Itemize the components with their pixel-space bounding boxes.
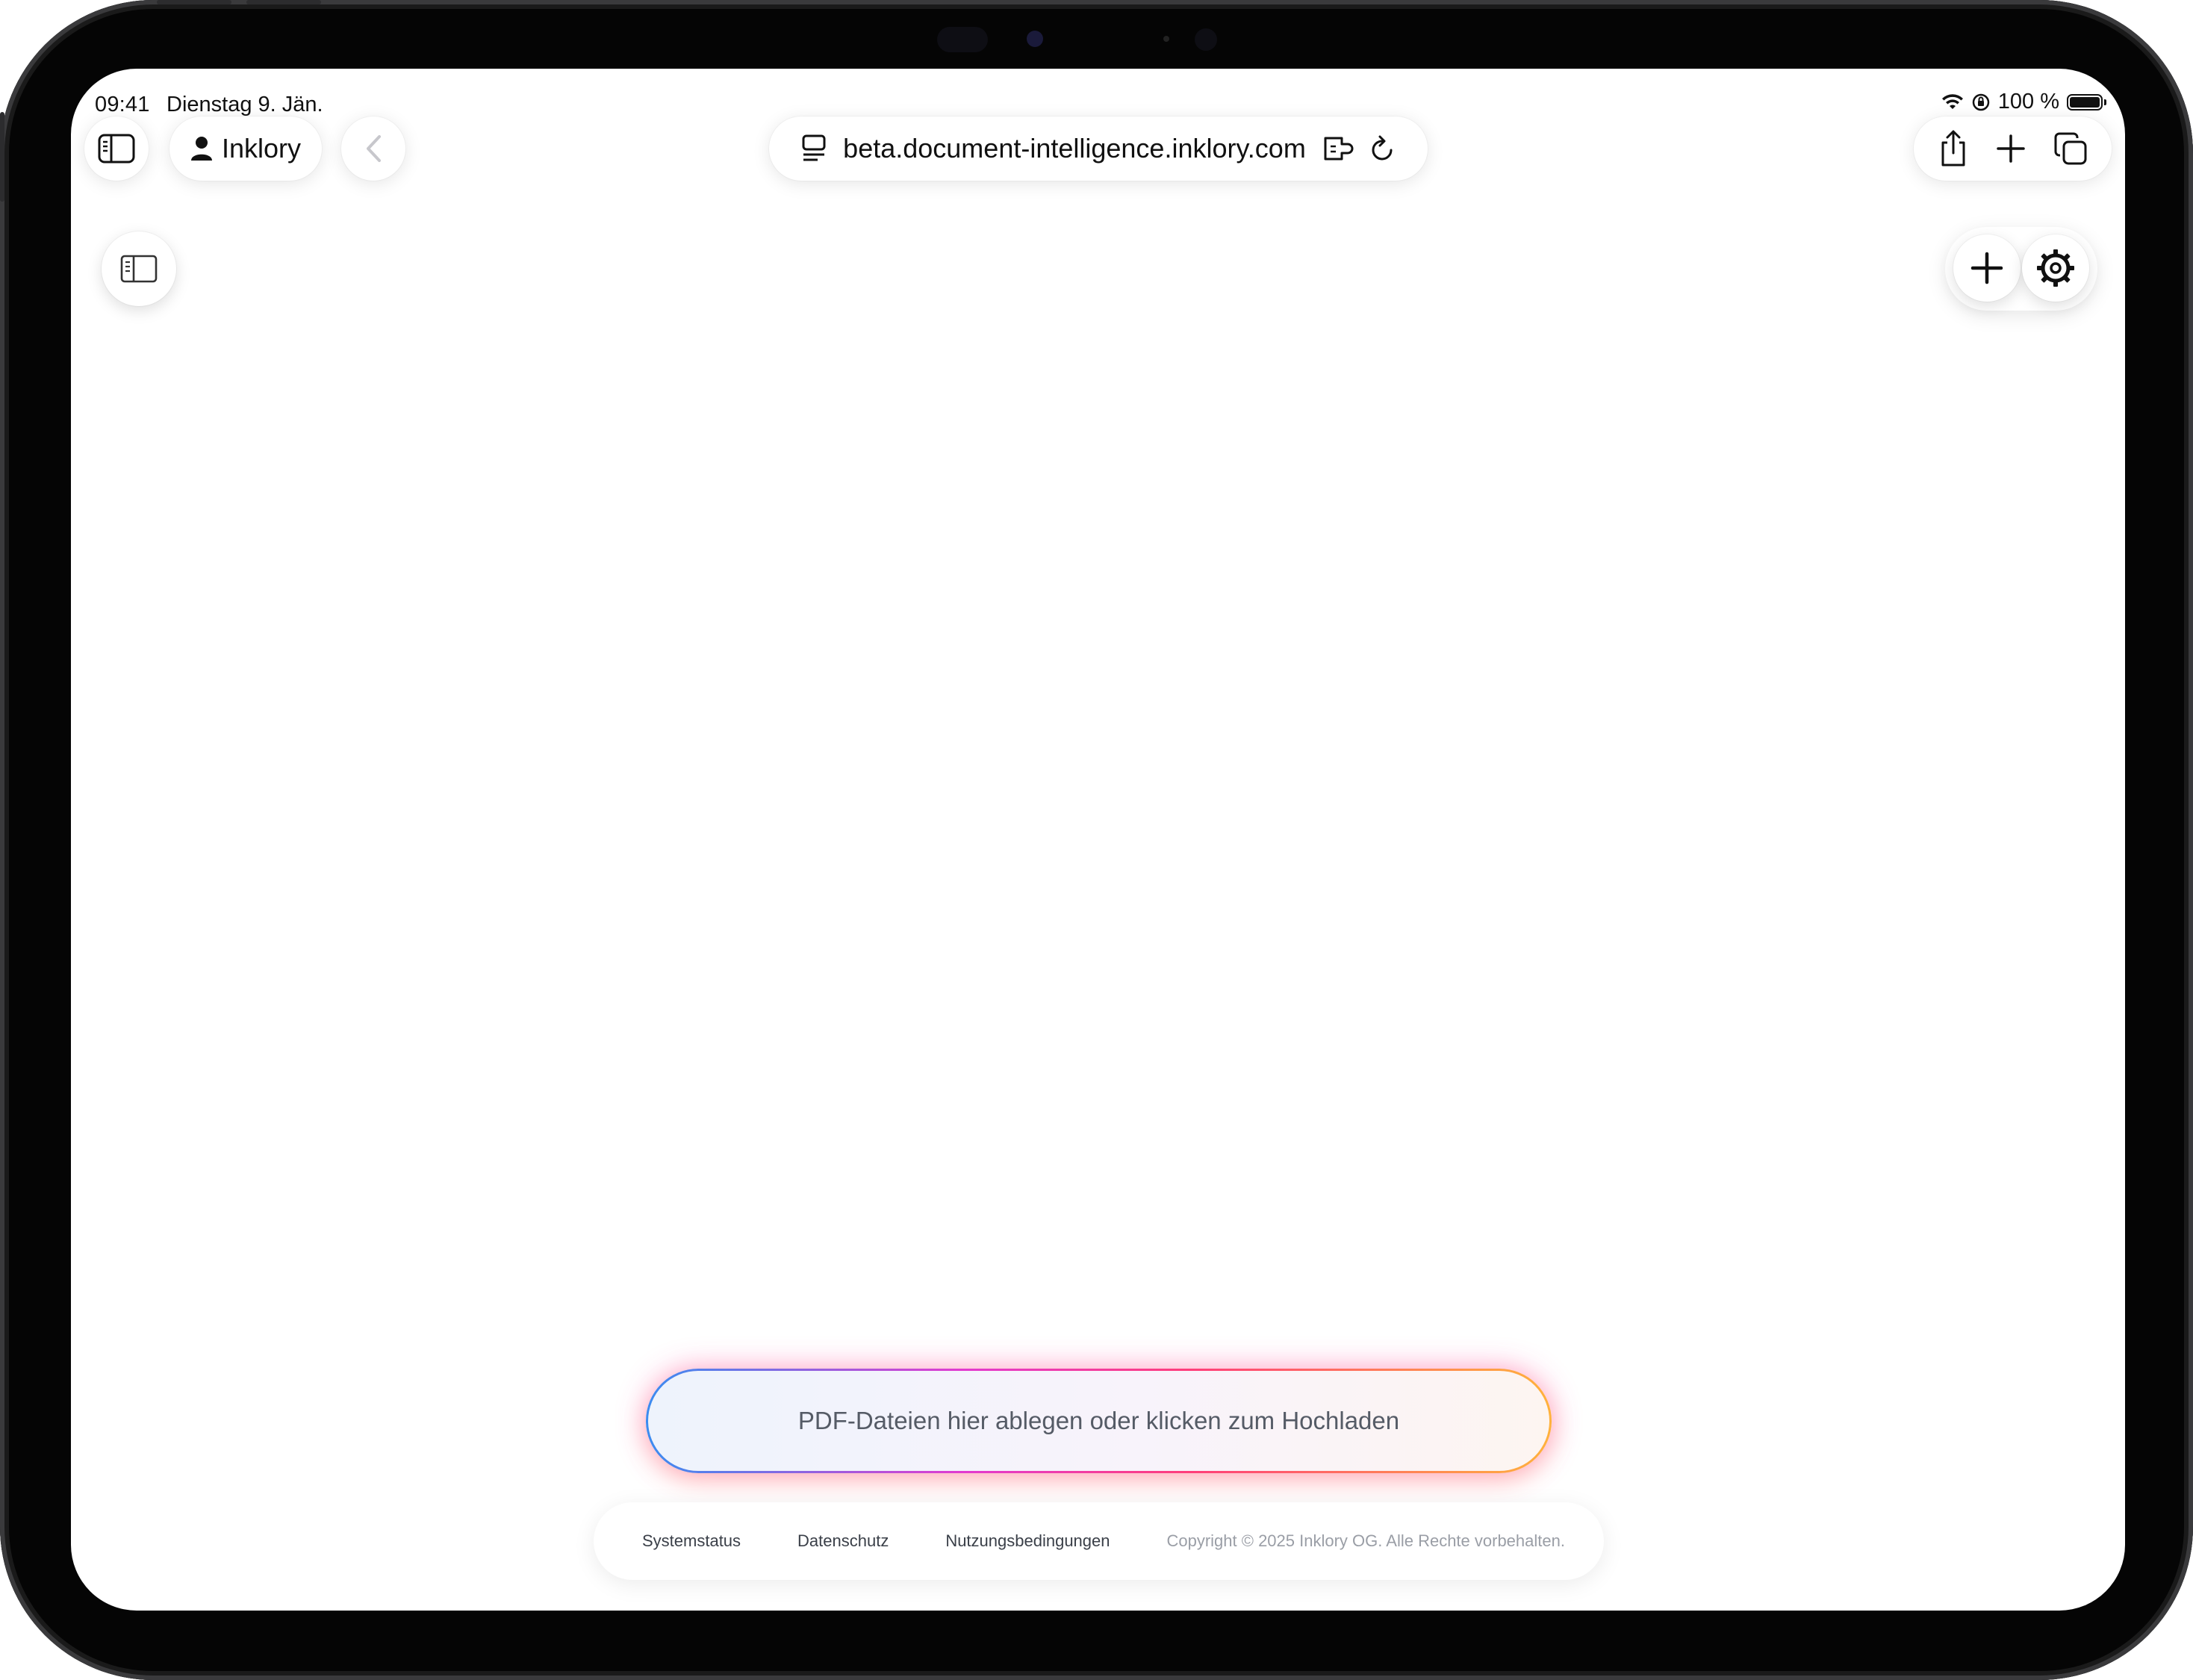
- reload-icon[interactable]: [1370, 134, 1396, 164]
- url-text[interactable]: beta.document-intelligence.inklory.com: [843, 133, 1306, 164]
- sidebar-toggle-icon: [120, 255, 158, 283]
- sensor-dot: [1163, 36, 1169, 42]
- profile-button[interactable]: Inklory: [169, 116, 322, 181]
- share-icon[interactable]: [1938, 129, 1968, 168]
- settings-gear-icon: [2035, 248, 2076, 288]
- footer-link-nutzungsbedingungen[interactable]: Nutzungsbedingungen: [945, 1531, 1110, 1551]
- new-chat-plus-icon: [1970, 252, 2003, 284]
- new-chat-button[interactable]: [1953, 234, 2021, 302]
- battery-percent: 100 %: [1997, 90, 2059, 113]
- footer: Systemstatus Datenschutz Nutzungsbedingu…: [594, 1502, 1604, 1580]
- volume-button: [246, 0, 321, 4]
- status-right: 100 %: [1941, 90, 2106, 114]
- pdf-upload-dropzone[interactable]: PDF-Dateien hier ablegen oder klicken zu…: [646, 1369, 1552, 1473]
- status-date: Dienstag 9. Jän.: [167, 93, 323, 116]
- status-time: 09:41: [95, 93, 150, 116]
- top-button: [0, 112, 4, 202]
- plus-icon[interactable]: [1996, 134, 2026, 164]
- volume-button: [157, 0, 231, 4]
- sensor: [1195, 28, 1217, 51]
- footer-copyright: Copyright © 2025 Inklory OG. Alle Rechte…: [1166, 1531, 1565, 1550]
- camera-area: [926, 21, 1239, 57]
- toolbar-actions: [1914, 116, 2112, 181]
- person-icon: [190, 136, 213, 161]
- sensor: [937, 27, 988, 52]
- status-bar: 09:41 Dienstag 9. Jän. 100 %: [71, 82, 2125, 116]
- tabs-icon[interactable]: [2053, 131, 2088, 166]
- extension-icon[interactable]: [1322, 134, 1354, 164]
- back-chevron-icon: [364, 134, 382, 164]
- settings-button[interactable]: [2022, 234, 2089, 302]
- sidebar-button[interactable]: [84, 116, 149, 181]
- address-bar[interactable]: beta.document-intelligence.inklory.com: [769, 116, 1428, 181]
- upload-prompt: PDF-Dateien hier ablegen oder klicken zu…: [797, 1407, 1400, 1434]
- footer-link-datenschutz[interactable]: Datenschutz: [797, 1531, 889, 1551]
- sidebar-toggle-button[interactable]: [102, 231, 176, 306]
- sidebar-icon: [98, 134, 135, 164]
- camera-lens: [1027, 31, 1043, 47]
- profile-label: Inklory: [221, 133, 302, 164]
- orientation-lock-icon: [1971, 93, 1991, 112]
- screen: 09:41 Dienstag 9. Jän. 100 % Inklory bet…: [71, 69, 2125, 1611]
- ipad-frame: 09:41 Dienstag 9. Jän. 100 % Inklory bet…: [0, 0, 2193, 1680]
- footer-link-systemstatus[interactable]: Systemstatus: [642, 1531, 741, 1551]
- back-button[interactable]: [341, 116, 405, 181]
- wifi-icon: [1941, 93, 1964, 111]
- battery-icon: [2067, 93, 2106, 111]
- page-menu-icon[interactable]: [801, 134, 827, 164]
